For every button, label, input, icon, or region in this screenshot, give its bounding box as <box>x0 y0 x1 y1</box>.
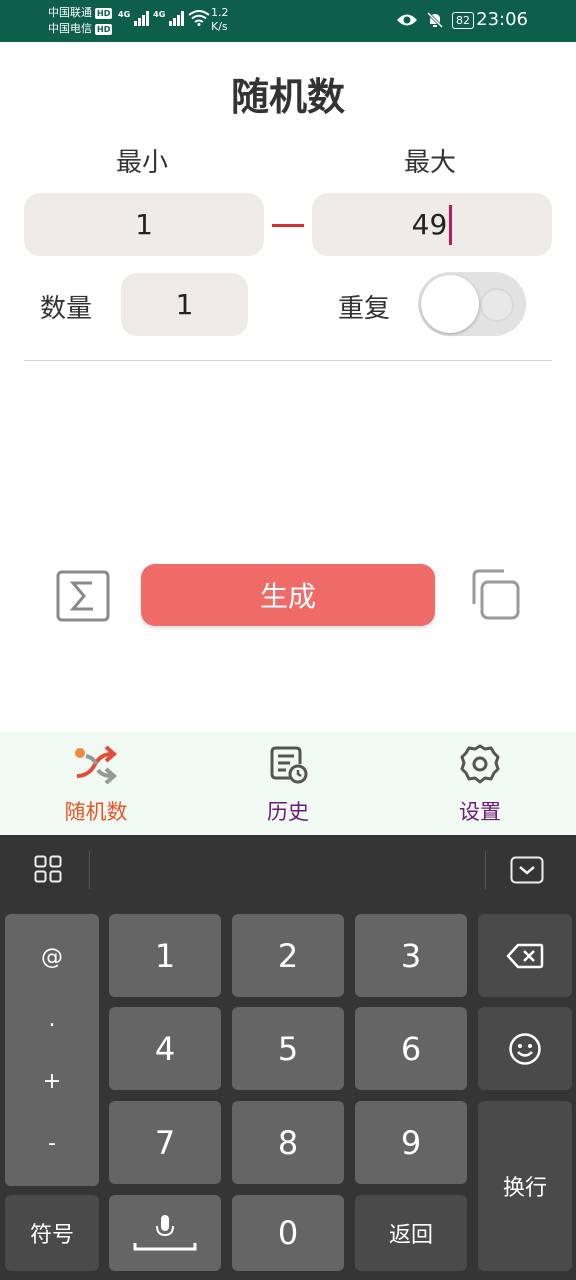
key-7[interactable]: 7 <box>109 1101 221 1184</box>
generate-label: 生成 <box>259 580 316 613</box>
generate-button[interactable]: 生成 <box>141 564 435 626</box>
key-1[interactable]: 1 <box>109 914 221 997</box>
wifi-icon <box>188 10 210 26</box>
backspace-icon <box>506 943 544 968</box>
key-3[interactable]: 3 <box>355 914 467 997</box>
key-at[interactable]: @ <box>41 945 63 970</box>
toggle-track-dot <box>480 288 514 322</box>
carrier-2: 中国电信 <box>48 22 92 35</box>
key-9[interactable]: 9 <box>355 1101 467 1184</box>
min-label: 最小 <box>116 148 169 178</box>
text-cursor <box>449 204 453 245</box>
copy-icon <box>472 569 520 620</box>
signal-icon <box>169 10 185 26</box>
nav-item-history[interactable]: 历史 <box>192 732 384 835</box>
toolbar-separator <box>485 851 486 889</box>
repeat-toggle[interactable] <box>418 272 526 336</box>
keyboard: @ . + - 1 2 3 4 5 6 7 8 9 换行 符号 0 返回 <box>0 835 576 1280</box>
count-value: 1 <box>175 288 194 321</box>
emoji-key[interactable] <box>478 1007 572 1090</box>
max-input[interactable]: 49 <box>312 193 552 256</box>
min-value: 1 <box>135 208 153 241</box>
nav-label-random: 随机数 <box>64 800 128 824</box>
nav-label-history: 历史 <box>267 800 309 824</box>
clock: 23:06 <box>476 9 528 30</box>
hide-keyboard-button[interactable] <box>510 856 544 888</box>
keyboard-toolbar <box>0 835 576 905</box>
signal-type-1: 4G <box>118 10 131 19</box>
nav-item-random[interactable]: 随机数 <box>0 732 192 835</box>
history-icon <box>270 746 308 784</box>
nav-label-settings: 设置 <box>459 800 501 824</box>
sigma-icon <box>56 570 110 622</box>
speed-unit: K/s <box>211 20 228 33</box>
bottom-nav: 随机数 历史 设置 <box>0 732 576 835</box>
grid-icon <box>34 855 62 883</box>
hd-badge-2: HD <box>95 23 113 35</box>
key-dot[interactable]: . <box>49 1007 56 1032</box>
carrier-info: 中国联通 HD 中国电信 HD <box>48 5 113 37</box>
signal-type-2: 4G <box>153 10 166 19</box>
mute-bell-icon <box>426 11 444 29</box>
key-minus[interactable]: - <box>48 1131 56 1156</box>
status-icons: 82 <box>396 11 474 29</box>
max-value: 49 <box>411 208 448 241</box>
min-input[interactable]: 1 <box>24 193 264 256</box>
key-plus[interactable]: + <box>43 1069 61 1094</box>
repeat-label: 重复 <box>338 294 391 324</box>
settings-icon <box>460 744 500 784</box>
back-key[interactable]: 返回 <box>355 1195 467 1271</box>
key-4[interactable]: 4 <box>109 1007 221 1090</box>
shuffle-icon <box>75 745 118 784</box>
hd-badge-1: HD <box>95 7 113 19</box>
eye-icon <box>397 14 417 26</box>
sum-button[interactable] <box>56 570 110 626</box>
keyboard-hide-icon <box>510 856 544 884</box>
status-bar: 中国联通 HD 中国电信 HD 4G 4G 1.2 K/s 82 23:06 <box>0 0 576 42</box>
key-2[interactable]: 2 <box>232 914 344 997</box>
key-8[interactable]: 8 <box>232 1101 344 1184</box>
range-dash <box>272 224 304 227</box>
toggle-knob <box>421 275 479 333</box>
max-label: 最大 <box>404 148 457 178</box>
signal-indicators: 4G 4G <box>118 10 210 26</box>
count-input[interactable]: 1 <box>121 273 248 336</box>
symbols-key[interactable]: 符号 <box>5 1195 99 1271</box>
carrier-1: 中国联通 <box>48 6 92 19</box>
backspace-key[interactable] <box>478 914 572 997</box>
toolbar-separator <box>89 851 90 889</box>
network-speed: 1.2 K/s <box>211 6 229 34</box>
divider <box>24 360 552 361</box>
symbol-column-key[interactable]: @ . + - <box>5 914 99 1186</box>
space-voice-key[interactable] <box>109 1195 221 1271</box>
enter-key[interactable]: 换行 <box>478 1101 572 1271</box>
microphone-icon <box>133 1215 197 1251</box>
key-6[interactable]: 6 <box>355 1007 467 1090</box>
page-title: 随机数 <box>230 75 345 119</box>
key-5[interactable]: 5 <box>232 1007 344 1090</box>
count-label: 数量 <box>40 294 93 324</box>
battery-icon: 82 <box>452 11 474 29</box>
menu-grid-button[interactable] <box>34 855 62 887</box>
speed-value: 1.2 <box>211 6 229 19</box>
signal-icon <box>134 10 150 26</box>
emoji-icon <box>509 1032 541 1065</box>
copy-button[interactable] <box>466 568 520 626</box>
nav-item-settings[interactable]: 设置 <box>384 732 576 835</box>
key-0[interactable]: 0 <box>232 1195 344 1271</box>
